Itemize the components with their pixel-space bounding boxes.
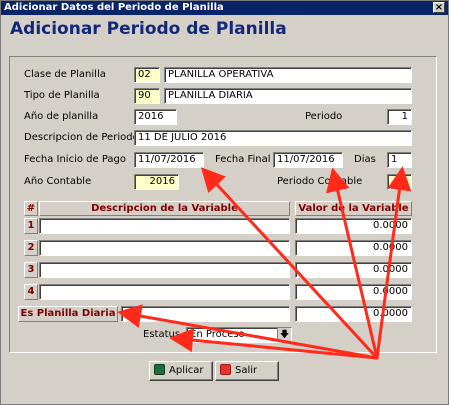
arrow-to-dias bbox=[375, 166, 412, 360]
arrow-to-planilla-diaria bbox=[117, 304, 379, 360]
arrow-to-fecha-inicio bbox=[200, 167, 379, 360]
arrow-to-periodo-contable bbox=[326, 167, 379, 360]
dialog-window: Adicionar Datos del Periodo de Planilla … bbox=[0, 0, 449, 405]
annotation-arrows bbox=[117, 166, 412, 360]
